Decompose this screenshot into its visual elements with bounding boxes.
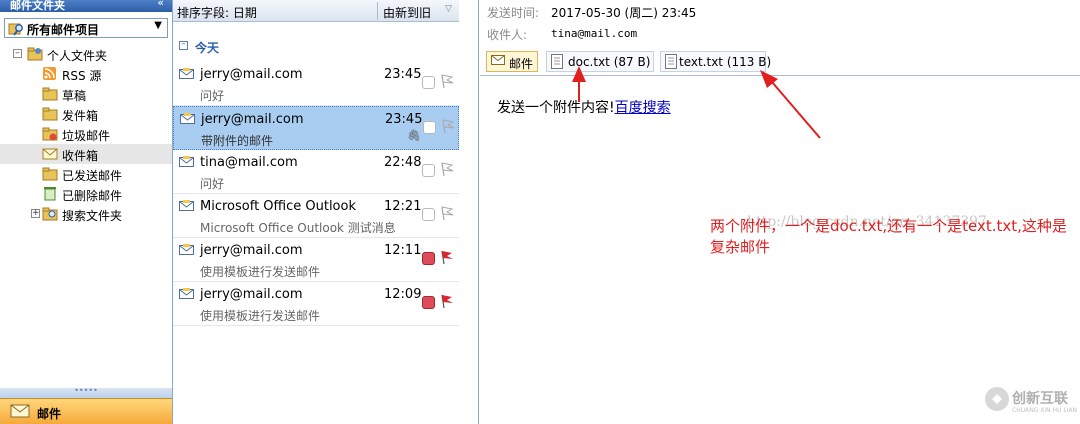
annotation-arrows [572,66,821,139]
arrow-to-doc [572,66,586,102]
arrow-to-text [760,70,821,139]
